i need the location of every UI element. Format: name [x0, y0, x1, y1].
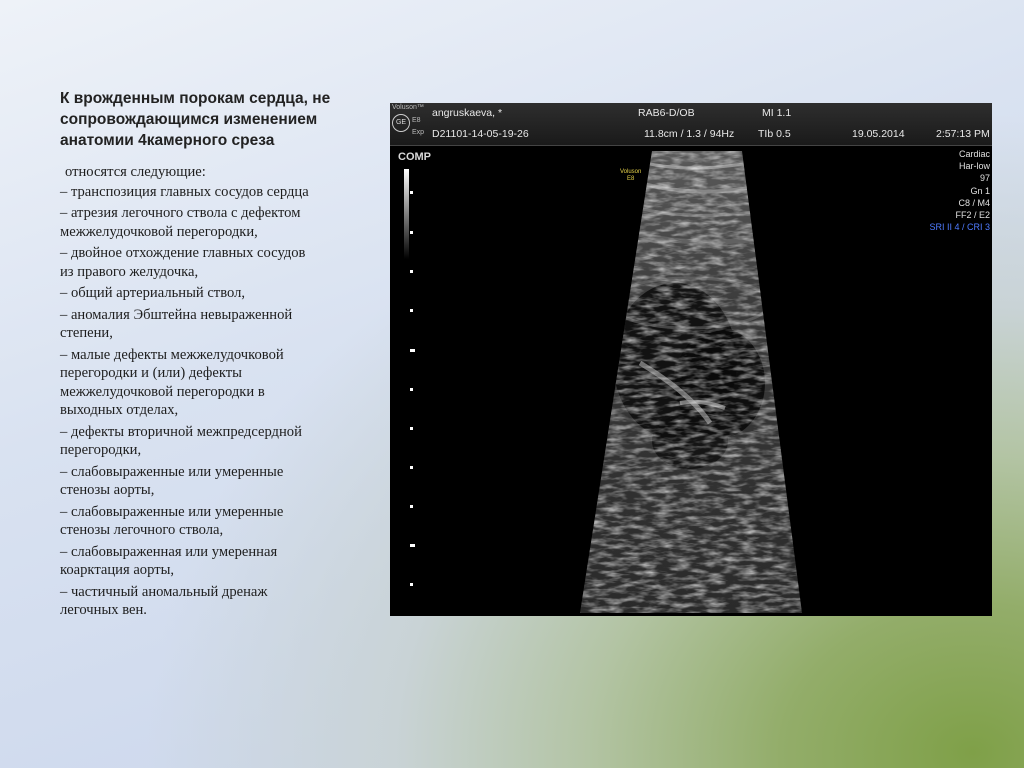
title-line: К врожденным порокам сердца, не — [60, 90, 331, 107]
depth-marker — [410, 191, 413, 194]
list-item-line: межжелудочковой перегородки в — [60, 383, 265, 400]
depth-settings: 11.8cm / 1.3 / 94Hz — [644, 128, 735, 140]
depth-marker — [410, 466, 413, 469]
header-divider — [390, 145, 992, 146]
param-line-highlight: SRI II 4 / CRI 3 — [929, 222, 990, 233]
title-line: анатомии 4камерного среза — [60, 132, 275, 149]
depth-marker — [410, 505, 413, 508]
depth-marker — [410, 270, 413, 273]
list-item-line: выходных отделах, — [60, 402, 179, 418]
probe-brand-label: Voluson E8 — [620, 169, 641, 183]
param-line: 97 — [979, 173, 990, 184]
list-item-line: перегородки и (или) дефекты — [60, 365, 242, 381]
exam-id: D21101-14-05-19-26 — [432, 128, 529, 140]
list-item: – малые дефекты межжелудочковой перегород… — [60, 346, 385, 420]
list-item-line: степени, — [60, 325, 113, 341]
probe-brand-line: E8 — [627, 176, 635, 182]
list-item-line: стенозы аорты, — [60, 482, 155, 498]
ultrasound-header: Voluson™ GE E8 Exp angruskaeva, * RAB6-D… — [390, 103, 992, 145]
depth-marker — [410, 309, 413, 312]
list-item-line: – транспозиция главных сосудов сердца — [60, 183, 309, 200]
list-item-line: – атрезия легочного ствола с дефектом — [60, 205, 301, 221]
list-intro: относятся следующие: — [65, 164, 206, 180]
list-item-line: – слабовыраженные или умеренные — [60, 503, 284, 520]
list-item: – дефекты вторичной межпредсердной перего… — [60, 423, 385, 460]
list-item-line: межжелудочковой перегородки, — [60, 223, 258, 240]
list-item: – двойное отхождение главных сосудов из п… — [60, 244, 385, 281]
param-line: Gn 1 — [970, 185, 990, 196]
list-item: – слабовыраженные или умеренные стенозы а… — [60, 463, 385, 500]
list-item-line: легочных вен. — [60, 602, 147, 618]
list-item: – слабовыраженная или умеренная коарктаци… — [60, 543, 385, 580]
param-line: Cardiac — [958, 149, 990, 159]
exp-label: Exp — [412, 129, 425, 136]
list-item: – атрезия легочного ствола с дефектом меж… — [60, 204, 385, 241]
tib-value: TIb 0.5 — [758, 128, 791, 140]
scan-date: 19.05.2014 — [852, 128, 905, 140]
depth-marker — [410, 544, 415, 547]
patient-name: angruskaeva, * — [432, 107, 503, 119]
title-line: сопровождающимся изменением — [60, 111, 318, 128]
list-item-line: – дефекты вторичной межпредсердной — [60, 423, 302, 440]
list-item-line: – частичный аномальный дренаж — [60, 583, 268, 600]
list-item: – аномалия Эбштейна невыраженной степени, — [60, 306, 385, 343]
list-item-line: – двойное отхождение главных сосудов — [60, 245, 306, 261]
list-item-line: перегородки, — [60, 442, 142, 458]
list-item-line: из правого желудочка, — [60, 263, 199, 280]
depth-marker — [410, 583, 413, 586]
grayscale-bar — [404, 169, 409, 259]
depth-marker — [410, 388, 413, 391]
param-line: Har-low — [958, 161, 990, 172]
param-line: C8 / M4 — [958, 197, 990, 208]
list-items: – транспозиция главных сосудов сердца – … — [60, 183, 385, 620]
list-item-line: – общий артериальный ствол, — [60, 285, 246, 301]
scan-time: 2:57:13 PM — [936, 128, 990, 140]
list-item-line: – слабовыраженная или умеренная — [60, 543, 278, 560]
defects-list: относятся следующие: – транспозиция глав… — [60, 163, 385, 623]
list-item: – транспозиция главных сосудов сердца — [60, 183, 385, 202]
model-label: E8 — [412, 117, 421, 124]
list-item: – общий артериальный ствол, — [60, 284, 385, 303]
ultrasound-image-panel: Voluson™ GE E8 Exp angruskaeva, * RAB6-D… — [390, 103, 992, 616]
list-item-line: стенозы легочного ствола, — [60, 522, 224, 538]
mi-value: MI 1.1 — [762, 107, 792, 119]
brand-label: Voluson™ — [392, 104, 424, 111]
list-item: – частичный аномальный дренаж легочных ве… — [60, 583, 385, 620]
list-item-line: коарктация аорты, — [60, 562, 175, 578]
param-line: FF2 / E2 — [955, 210, 990, 221]
imaging-parameters: Cardiac Har-low 97 Gn 1 C8 / M4 FF2 / E2… — [929, 148, 990, 233]
list-item: – слабовыраженные или умеренные стенозы л… — [60, 503, 385, 540]
probe-label: RAB6-D/OB — [638, 107, 695, 119]
depth-marker — [410, 349, 415, 352]
probe-brand-line: Voluson — [620, 169, 642, 175]
ultrasound-scan-image — [580, 151, 802, 613]
list-item-line: – малые дефекты межжелудочковой — [60, 346, 284, 363]
mode-label: COMP — [398, 151, 431, 163]
depth-marker — [410, 231, 413, 234]
slide-title: К врожденным порокам сердца, не сопровож… — [60, 88, 390, 151]
list-item-line: – слабовыраженные или умеренные — [60, 463, 284, 480]
depth-marker — [410, 427, 413, 430]
ge-logo-icon: GE — [392, 114, 410, 132]
list-item-line: – аномалия Эбштейна невыраженной — [60, 306, 293, 323]
